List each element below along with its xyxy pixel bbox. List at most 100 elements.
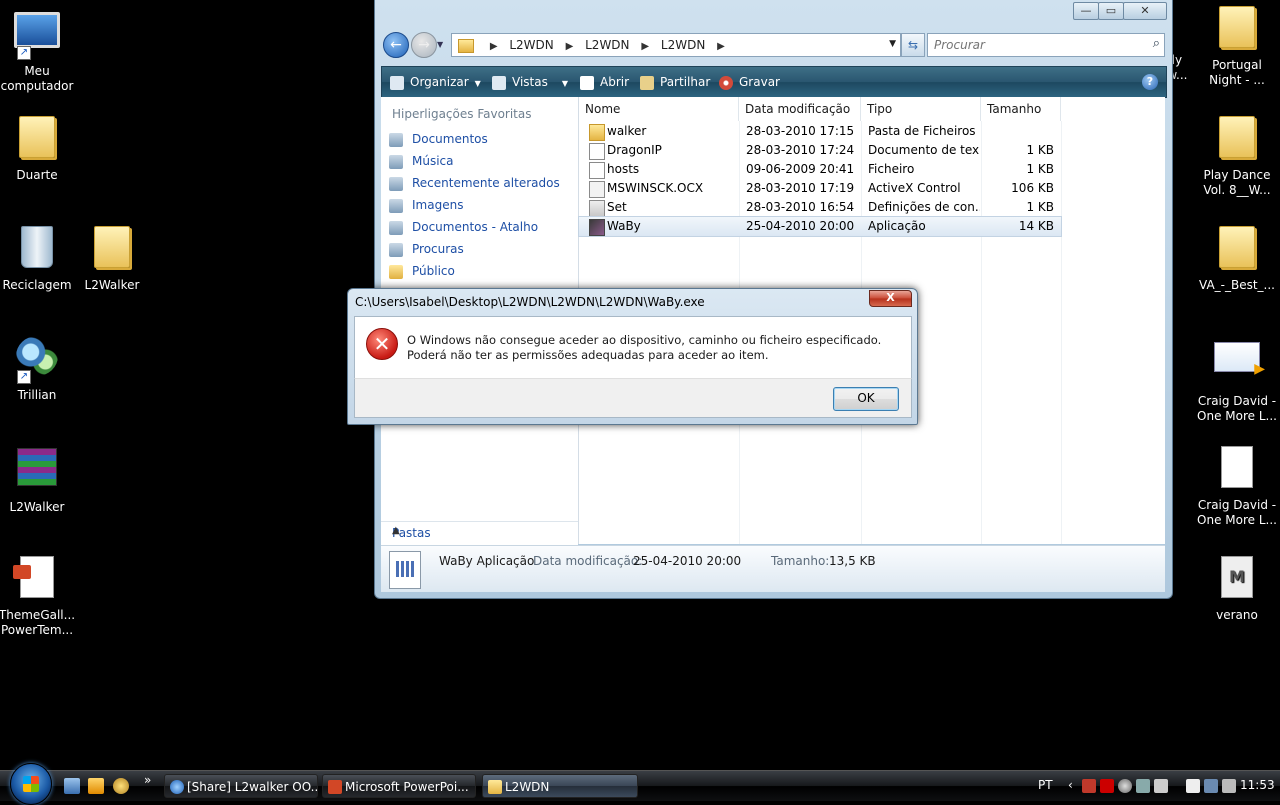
breadcrumb-item[interactable]: L2WDN (585, 34, 629, 56)
media-player-icon[interactable] (88, 778, 104, 794)
burn-button[interactable]: Gravar (719, 67, 780, 97)
close-button[interactable]: ✕ (1123, 2, 1167, 20)
breadcrumb-item[interactable]: L2WDN (509, 34, 553, 56)
column-header-type[interactable]: Tipo (861, 97, 981, 121)
m-file-icon: M (1213, 556, 1261, 604)
search-box[interactable]: ⌕ (927, 33, 1165, 57)
file-name: WaBy (607, 219, 641, 233)
forward-button[interactable]: → (411, 32, 437, 58)
help-button[interactable]: ? (1142, 74, 1158, 90)
ati-icon[interactable] (1100, 779, 1114, 793)
search-icon[interactable]: ⌕ (1153, 36, 1160, 51)
start-button[interactable] (10, 763, 52, 805)
desktop-icon-my-computer[interactable]: ↗ Meu computador (0, 6, 77, 94)
recycle-bin-icon (13, 226, 61, 274)
file-row[interactable]: MSWINSCK.OCX 28-03-2010 17:19 ActiveX Co… (579, 179, 1061, 198)
maximize-button[interactable]: ▭ (1098, 2, 1124, 20)
address-dropdown-icon[interactable]: ▼ (889, 39, 896, 49)
favorite-documents[interactable]: Documentos (389, 129, 488, 149)
desktop-icon-duarte[interactable]: Duarte (0, 112, 77, 183)
language-indicator[interactable]: PT (1038, 778, 1053, 792)
clock[interactable]: 11:53 (1240, 778, 1275, 792)
safely-remove-icon[interactable] (1186, 779, 1200, 793)
search-input[interactable] (932, 34, 1136, 56)
views-button[interactable]: Vistas ▼ (492, 67, 568, 97)
favorite-music[interactable]: Música (389, 151, 454, 171)
refresh-button[interactable]: ⇆ (901, 33, 925, 57)
ok-button[interactable]: OK (833, 387, 899, 411)
taskbar-button-browser[interactable]: [Share] L2walker OO... (164, 774, 318, 798)
desktop-icon-recycle-bin[interactable]: Reciclagem (0, 222, 77, 293)
desktop-icon-craig-david-1[interactable]: Craig David - One More L... (1197, 332, 1277, 424)
searches-icon (389, 242, 403, 257)
favorite-documents-shortcut[interactable]: Documentos - Atalho (389, 217, 538, 237)
tray-expand-button[interactable]: ‹ (1068, 778, 1073, 792)
breadcrumb-separator-icon[interactable]: ▶ (641, 36, 649, 58)
minimize-button[interactable]: — (1073, 2, 1099, 20)
desktop-icon-label: Duarte (16, 168, 58, 182)
antivirus-icon[interactable] (1082, 779, 1096, 793)
views-icon (492, 75, 506, 90)
device-icon[interactable] (1154, 779, 1168, 793)
dialog-close-button[interactable]: X (869, 290, 912, 307)
desktop-icon-verano[interactable]: M verano (1197, 552, 1277, 623)
file-size: 1 KB (1026, 162, 1054, 176)
show-desktop-icon[interactable] (64, 778, 80, 794)
desktop-icon-l2walker-archive[interactable]: L2Walker (0, 442, 77, 515)
desktop-icon-portugal-night[interactable]: Portugal Night - ... (1197, 2, 1277, 88)
file-row[interactable]: DragonIP 28-03-2010 17:24 Documento de t… (579, 141, 1061, 160)
application-icon (589, 219, 605, 236)
file-type: Documento de tex... (868, 143, 980, 157)
favorite-recent[interactable]: Recentemente alterados (389, 173, 560, 193)
desktop-icon-l2walker-folder[interactable]: L2Walker (72, 222, 152, 293)
favorite-pictures[interactable]: Imagens (389, 195, 463, 215)
desktop-icon-craig-david-2[interactable]: Craig David - One More L... (1197, 442, 1277, 528)
breadcrumb-separator-icon[interactable]: ▶ (566, 36, 574, 58)
details-size-value: 13,5 KB (829, 554, 876, 568)
favorite-public[interactable]: Público (389, 261, 455, 281)
favorite-searches[interactable]: Procuras (389, 239, 464, 259)
folder-icon (1213, 116, 1261, 164)
tray-app-icon[interactable] (1118, 779, 1132, 793)
open-button[interactable]: Abrir (580, 67, 629, 97)
volume-icon[interactable] (1222, 779, 1236, 793)
text-file-icon (589, 143, 605, 160)
column-header-date[interactable]: Data modificação (739, 97, 861, 121)
file-row[interactable]: Set 28-03-2010 16:54 Definições de con..… (579, 198, 1061, 217)
column-header-size[interactable]: Tamanho (981, 97, 1061, 121)
application-icon (389, 551, 421, 589)
folder-icon (1213, 226, 1261, 274)
powerpoint-icon (328, 780, 342, 794)
address-bar[interactable]: ▶ L2WDN ▶ L2WDN ▶ L2WDN ▶ ▼ (451, 33, 901, 57)
file-row-selected[interactable]: WaBy 25-04-2010 20:00 Aplicação 14 KB (578, 216, 1062, 237)
breadcrumb-separator-icon[interactable]: ▶ (490, 36, 498, 58)
details-title: WaBy Aplicação (439, 554, 535, 568)
desktop-icon-va-best[interactable]: VA_-_Best_... (1197, 222, 1277, 293)
folder-icon (488, 780, 502, 794)
breadcrumb-item[interactable]: L2WDN (661, 34, 705, 56)
taskbar-button-explorer[interactable]: L2WDN (482, 774, 638, 798)
organize-label: Organizar (410, 75, 469, 89)
desktop-icon-play-dance[interactable]: Play Dance Vol. 8__W... (1197, 112, 1277, 198)
desktop-icon-label: Craig David - One More L... (1197, 498, 1277, 527)
share-button[interactable]: Partilhar (640, 67, 710, 97)
breadcrumb-separator-icon[interactable]: ▶ (717, 36, 725, 58)
file-row[interactable]: walker 28-03-2010 17:15 Pasta de Ficheir… (579, 122, 1061, 141)
back-button[interactable]: ← (383, 32, 409, 58)
taskbar-button-powerpoint[interactable]: Microsoft PowerPoi... (322, 774, 476, 798)
organize-button[interactable]: Organizar ▼ (390, 67, 481, 97)
desktop-icon-themegallery[interactable]: ThemeGall... PowerTem... (0, 552, 77, 638)
error-dialog: C:\Users\Isabel\Desktop\L2WDN\L2WDN\L2WD… (347, 288, 918, 425)
column-header-name[interactable]: Nome (579, 97, 739, 121)
folders-toggle[interactable]: Pastas ▲ (381, 521, 578, 545)
desktop-icon-trillian[interactable]: ↗ Trillian (0, 332, 77, 403)
recent-pages-dropdown-icon[interactable]: ▼ (437, 40, 443, 49)
file-name: DragonIP (607, 143, 662, 157)
file-row[interactable]: hosts 09-06-2009 20:41 Ficheiro 1 KB (579, 160, 1061, 179)
file-type: Aplicação (868, 219, 926, 233)
blank-file-icon (1213, 446, 1261, 494)
quicklaunch-more-button[interactable]: » (144, 773, 151, 787)
quicklaunch-app-icon[interactable] (113, 778, 129, 794)
network-icon[interactable] (1136, 779, 1150, 793)
network-status-icon[interactable] (1204, 779, 1218, 793)
